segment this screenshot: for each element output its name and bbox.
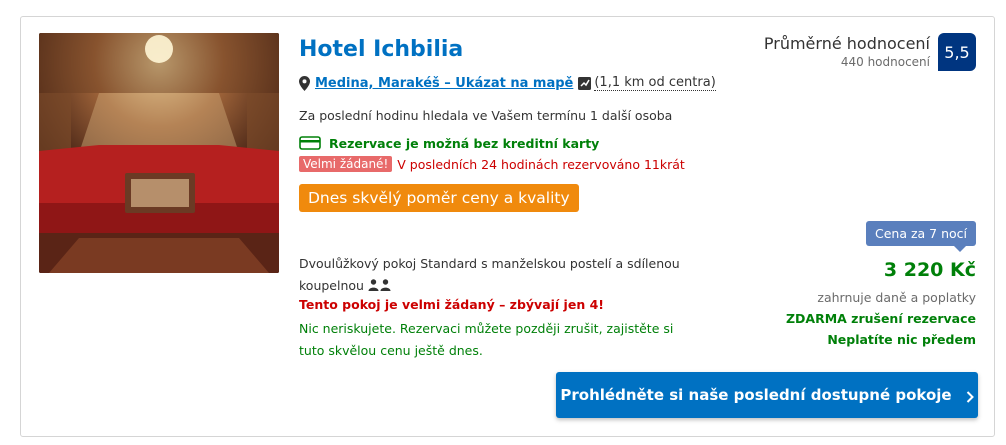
address-map-link[interactable]: Medina, Marakéš – Ukázat na mapě [315, 76, 573, 91]
demand-row: Velmi žádané! V posledních 24 hodinách r… [299, 154, 685, 174]
room-description: Dvoulůžkový pokoj Standard s manželskou … [299, 253, 689, 297]
hotel-card: Hotel Ichbilia Medina, Marakéš – Ukázat … [20, 16, 995, 437]
demand-badge: Velmi žádané! [299, 156, 393, 172]
free-cancel-info: Nic neriskujete. Rezervaci můžete pozděj… [299, 321, 674, 358]
room-description-text: Dvoulůžkový pokoj Standard s manželskou … [299, 256, 680, 293]
recent-searches-info: Za poslední hodinu hledala ve Vašem term… [299, 108, 673, 123]
price-amount: 3 220 Kč [883, 259, 976, 281]
demand-text: V posledních 24 hodinách rezervováno 11k… [397, 156, 685, 172]
deal-badge: Dnes skvělý poměr ceny a kvality [299, 184, 579, 212]
hotel-name[interactable]: Hotel Ichbilia [299, 37, 463, 62]
address-row: Medina, Marakéš – Ukázat na mapě (1,1 km… [299, 74, 716, 92]
pay-later: Neplatíte nic předem [827, 332, 976, 347]
no-credit-card-text: Rezervace je možná bez kreditní karty [329, 135, 600, 151]
rating-block[interactable]: Průměrné hodnocení 440 hodnocení 5,5 [764, 33, 976, 71]
hotel-photo[interactable] [39, 33, 279, 273]
rating-label: Průměrné hodnocení [763, 34, 930, 53]
map-icon [578, 76, 592, 90]
score-badge: 5,5 [938, 33, 976, 71]
view-rooms-button[interactable]: Prohlédněte si naše poslední dostupné po… [556, 372, 978, 418]
map-pin-icon [299, 75, 310, 91]
persons-icon [368, 276, 392, 291]
no-credit-card-row: Rezervace je možná bez kreditní karty [299, 133, 599, 153]
chevron-right-icon [966, 389, 974, 403]
free-cancellation: ZDARMA zrušení rezervace [785, 311, 976, 326]
nights-price-tag: Cena za 7 nocí [865, 221, 976, 252]
credit-card-icon [299, 136, 321, 150]
rooms-left-warning: Tento pokoj je velmi žádaný – zbývají je… [299, 297, 604, 312]
review-count: 440 hodnocení [840, 55, 930, 69]
taxes-note: zahrnuje daně a poplatky [817, 290, 976, 305]
view-rooms-button-label: Prohlédněte si naše poslední dostupné po… [560, 386, 952, 404]
distance-from-center: (1,1 km od centra) [594, 75, 716, 91]
